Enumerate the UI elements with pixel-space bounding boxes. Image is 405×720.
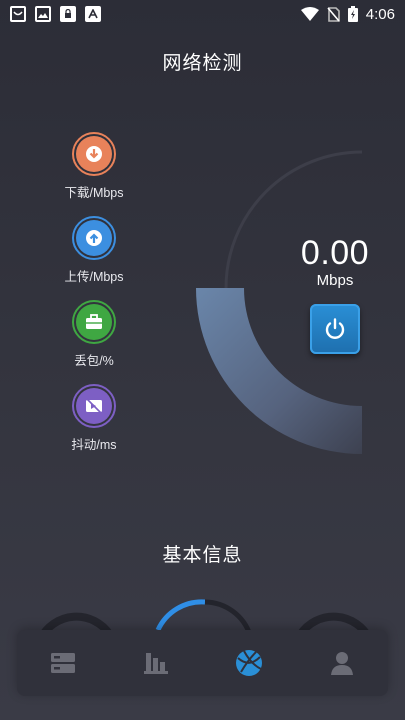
lock-icon [60, 6, 76, 22]
page-title: 网络检测 [162, 52, 243, 74]
nav-item-server[interactable] [38, 638, 88, 688]
globe-icon [235, 650, 262, 676]
wifi-icon [300, 7, 319, 21]
speed-value: 0.00 [300, 234, 370, 272]
start-test-button[interactable] [310, 304, 360, 354]
basic-info-title: 基本信息 [162, 544, 243, 566]
metric-download-label: 下载/Mbps [64, 186, 124, 200]
video-off-icon [86, 398, 102, 414]
text-a-icon [85, 6, 101, 22]
power-icon [325, 318, 345, 339]
no-sim-icon [327, 6, 340, 22]
metric-packet-loss: 丢包/% [50, 300, 138, 369]
metric-jitter: 抖动/ms [50, 384, 138, 453]
metric-upload-label: 上传/Mbps [64, 270, 124, 284]
metric-upload: 上传/Mbps [50, 216, 138, 285]
metric-packet-loss-label: 丢包/% [74, 354, 114, 368]
metric-jitter-label: 抖动/ms [71, 438, 117, 452]
shop-icon [10, 6, 26, 22]
info-gauge-arc [155, 599, 206, 632]
bar-chart-icon [144, 653, 169, 674]
nav-item-network[interactable] [224, 638, 274, 688]
speed-unit: Mbps [316, 272, 354, 289]
upload-icon [86, 230, 102, 246]
user-icon [330, 652, 353, 675]
status-time: 4:06 [365, 5, 395, 23]
nav-item-profile[interactable] [317, 638, 367, 688]
image-icon [35, 6, 51, 22]
metric-download: 下载/Mbps [50, 132, 138, 201]
bottom-nav [17, 630, 388, 696]
briefcase-icon [86, 314, 102, 329]
status-bar: 4:06 [0, 0, 405, 28]
server-icon [51, 653, 76, 673]
battery-charging-icon [347, 6, 358, 22]
download-icon [86, 146, 102, 162]
nav-item-stats[interactable] [131, 638, 181, 688]
